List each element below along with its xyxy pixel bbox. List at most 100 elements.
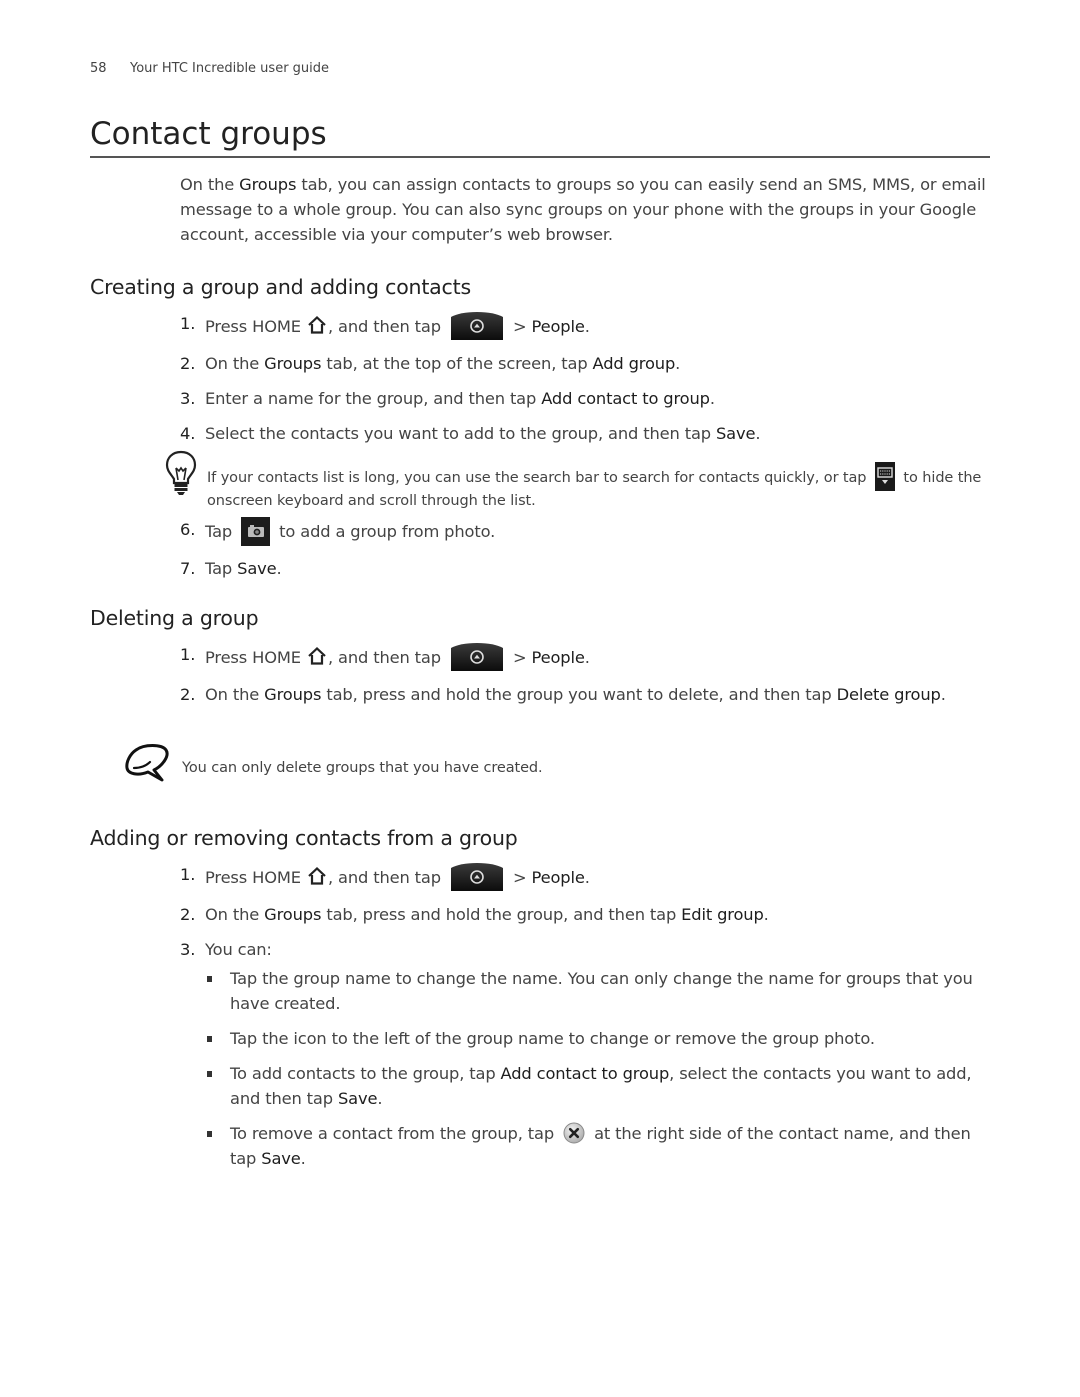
text: Tap [205, 559, 238, 578]
text: . [675, 354, 681, 373]
note-text: You can only delete groups that you have… [182, 760, 543, 776]
lightbulb-tip-icon [165, 450, 197, 495]
text: , and then tap [327, 317, 446, 336]
save-term: Save [261, 1149, 301, 1168]
text: > [507, 868, 532, 887]
text: tab, press and hold the group you want t… [321, 685, 837, 704]
step-number: 3. [180, 940, 196, 959]
editing-options-list: Tap the group name to change the name. Y… [205, 966, 995, 1171]
home-icon [307, 646, 327, 666]
groups-term: Groups [264, 354, 322, 373]
people-term: People [531, 868, 585, 887]
text: Tap the group name to change the name. Y… [230, 969, 973, 1013]
all-apps-button-icon [450, 862, 504, 892]
step-number: 1. [180, 645, 196, 664]
bullet-item: Tap the group name to change the name. Y… [205, 966, 995, 1016]
text: Tap [205, 522, 238, 541]
groups-term: Groups [264, 905, 322, 924]
groups-term: Groups [264, 685, 322, 704]
step-item: 3. You can: [180, 937, 980, 962]
step-item: 2. On the Groups tab, press and hold the… [180, 902, 980, 927]
creating-steps-continued: 6. Tap to add a group from photo. 7. Tap… [180, 517, 980, 581]
text: Tap the icon to the left of the group na… [230, 1029, 875, 1048]
text: . [584, 868, 590, 887]
guide-title: Your HTC Incredible user guide [130, 61, 330, 76]
tip-text: If your contacts list is long, you can u… [207, 462, 987, 512]
step-item: 1. Press HOME , and then tap > People. [180, 311, 980, 341]
step-number: 2. [180, 354, 196, 373]
text: On the [205, 685, 265, 704]
text: If your contacts list is long, you can u… [207, 470, 871, 486]
text: . [584, 317, 590, 336]
step-number: 6. [180, 520, 196, 539]
speech-bubble-note-icon [125, 744, 169, 782]
text: You can: [205, 940, 272, 959]
text: Enter a name for the group, and then tap [205, 389, 542, 408]
edit-group-term: Edit group [681, 905, 764, 924]
bullet-item: To add contacts to the group, tap Add co… [205, 1061, 995, 1111]
text: , and then tap [327, 868, 446, 887]
section-heading-deleting: Deleting a group [90, 606, 259, 630]
bullet-marker [207, 976, 212, 982]
text: tab, you can assign contacts to groups s… [180, 175, 986, 244]
bullet-marker [207, 1036, 212, 1042]
step-number: 4. [180, 424, 196, 443]
text: On the [205, 354, 265, 373]
section-heading-creating: Creating a group and adding contacts [90, 275, 471, 299]
text: . [377, 1089, 383, 1108]
text: tab, at the top of the screen, tap [321, 354, 593, 373]
step-number: 1. [180, 865, 196, 884]
text: . [940, 685, 946, 704]
step-item: 2. On the Groups tab, press and hold the… [180, 682, 980, 707]
text: to add a group from photo. [274, 522, 496, 541]
step-item: 2. On the Groups tab, at the top of the … [180, 351, 980, 376]
editing-steps: 1. Press HOME , and then tap > People. 2… [180, 862, 980, 962]
text: Press HOME [205, 648, 306, 667]
step-item: 1. Press HOME , and then tap > People. [180, 862, 980, 892]
text: Press HOME [205, 868, 306, 887]
text: To remove a contact from the group, tap [230, 1124, 560, 1143]
save-term: Save [337, 1089, 378, 1108]
save-term: Save [237, 559, 277, 578]
text: To add contacts to the group, tap [230, 1064, 501, 1083]
text: . [709, 389, 715, 408]
text: On the [205, 905, 265, 924]
step-item: 1. Press HOME , and then tap > People. [180, 642, 980, 672]
intro-paragraph: On the Groups tab, you can assign contac… [180, 172, 995, 247]
people-term: People [531, 648, 585, 667]
step-item: 6. Tap to add a group from photo. [180, 517, 980, 546]
add-contact-to-group-term: Add contact to group [500, 1064, 670, 1083]
deleting-steps: 1. Press HOME , and then tap > People. 2… [180, 642, 980, 707]
step-number: 2. [180, 905, 196, 924]
save-term: Save [715, 424, 756, 443]
text: . [763, 905, 769, 924]
step-number: 7. [180, 559, 196, 578]
bullet-item: Tap the icon to the left of the group na… [205, 1026, 995, 1051]
home-icon [307, 866, 327, 886]
step-number: 3. [180, 389, 196, 408]
camera-icon [241, 517, 270, 546]
text: . [755, 424, 761, 443]
text: , and then tap [327, 648, 446, 667]
creating-steps: 1. Press HOME , and then tap > People. 2… [180, 311, 980, 446]
page-title: Contact groups [90, 114, 990, 158]
text: Press HOME [205, 317, 306, 336]
step-item: 7. Tap Save. [180, 556, 980, 581]
bullet-item: To remove a contact from the group, tap … [205, 1121, 995, 1171]
step-item: 4. Select the contacts you want to add t… [180, 421, 980, 446]
home-icon [307, 315, 327, 335]
text: tab, press and hold the group, and then … [321, 905, 682, 924]
text: > [507, 317, 532, 336]
text: . [300, 1149, 306, 1168]
add-group-term: Add group [592, 354, 676, 373]
step-number: 2. [180, 685, 196, 704]
people-term: People [531, 317, 585, 336]
groups-tab-term: Groups [239, 175, 297, 194]
bullet-marker [207, 1131, 212, 1137]
text: . [584, 648, 590, 667]
text: . [276, 559, 282, 578]
all-apps-button-icon [450, 311, 504, 341]
all-apps-button-icon [450, 642, 504, 672]
remove-x-icon [563, 1122, 585, 1144]
delete-group-term: Delete group [836, 685, 941, 704]
